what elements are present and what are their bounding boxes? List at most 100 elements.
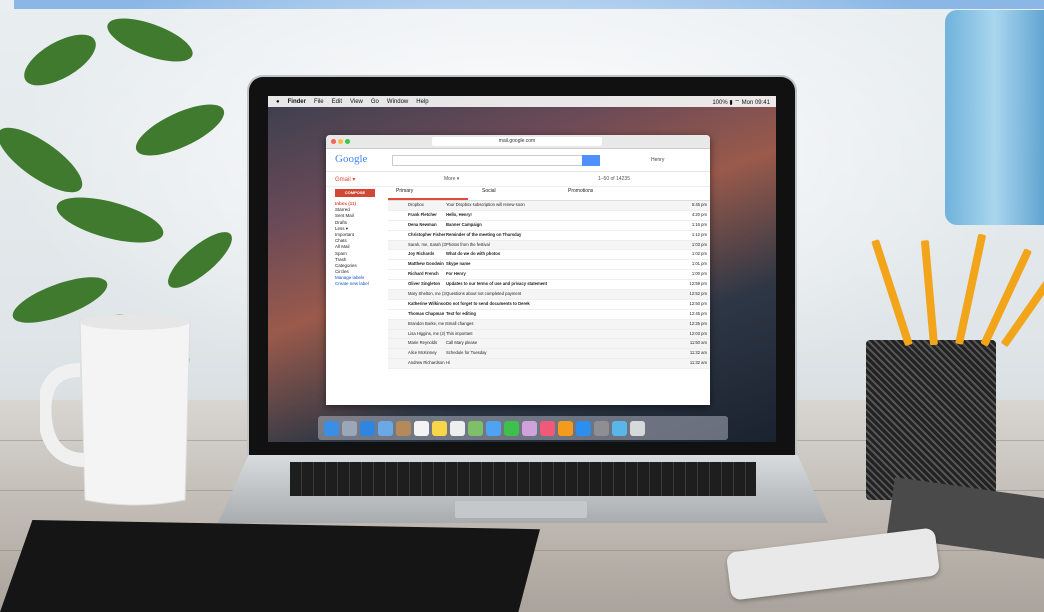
message-time: 1:16 pm <box>691 221 707 227</box>
calendar-icon[interactable] <box>414 420 429 436</box>
apple-icon[interactable]: ● <box>276 99 280 105</box>
message-subject: Photos from the festival <box>446 241 490 247</box>
search-button[interactable] <box>582 155 600 166</box>
message-row[interactable]: Joy Richards What do we do with photos 1:0… <box>388 250 710 261</box>
message-row[interactable]: Mary Shelton, me (3) Questions about not … <box>388 290 710 300</box>
settings-icon[interactable] <box>594 420 609 436</box>
compose-button[interactable]: COMPOSE <box>335 189 375 197</box>
laptop-screen: ● Finder File Edit View Go Window Help 1… <box>268 96 776 442</box>
message-sender: Brandon Burke, me (2) <box>408 320 446 326</box>
tab-promotions[interactable]: Promotions <box>568 188 593 194</box>
menu-help[interactable]: Help <box>416 99 428 105</box>
app-store-icon[interactable] <box>576 420 591 436</box>
photos-icon[interactable] <box>522 420 537 436</box>
user-name[interactable]: Henry <box>651 157 664 163</box>
google-logo[interactable]: Google <box>335 153 367 165</box>
maps-icon[interactable] <box>468 420 483 436</box>
trash-icon[interactable] <box>630 420 645 436</box>
tab-social[interactable]: Social <box>482 188 496 194</box>
message-row[interactable]: Sarah, me, Sarah (3) Photos from the fest… <box>388 240 710 251</box>
message-sender: Sarah, me, Sarah (3) <box>408 241 446 247</box>
browser-chrome: mail.google.com <box>326 135 710 149</box>
message-subject: This important <box>446 330 473 336</box>
reminders-icon[interactable] <box>450 420 465 436</box>
menu-file[interactable]: File <box>314 99 324 105</box>
message-sender: Thomas Chapman <box>408 310 445 316</box>
message-row[interactable]: Lisa Higgins, me (2) This important 12:03 … <box>388 329 710 340</box>
message-subject: Text for editing <box>446 310 476 316</box>
mail-icon[interactable] <box>378 420 393 436</box>
tab-primary[interactable]: Primary <box>396 188 413 194</box>
message-subject: What do we do with photos <box>446 251 501 257</box>
message-time: 11:32 am <box>689 360 707 366</box>
message-row[interactable]: Matthew Goodwin Skype name 1:01 pm <box>388 260 710 271</box>
message-time: 1:00 pm <box>691 271 707 277</box>
message-subject: Updates to our terms of use and privacy … <box>446 281 547 287</box>
message-row[interactable]: Alice McKinney Schedule for Tuesday 11:32 … <box>388 349 710 360</box>
pencil-holder <box>866 340 996 500</box>
message-row[interactable]: Katherine Wilkinson Do not forget to send… <box>388 300 710 310</box>
notes-icon[interactable] <box>432 420 447 436</box>
music-icon[interactable] <box>540 420 555 436</box>
message-subject: Call Mary please <box>446 340 478 346</box>
message-sender: Dena Newman <box>408 221 437 227</box>
desk-scene: ● Finder File Edit View Go Window Help 1… <box>0 0 1044 612</box>
gmail-header: Google Henry <box>326 149 710 172</box>
tablet <box>0 520 540 612</box>
message-time: 12:50 pm <box>689 300 707 306</box>
message-row[interactable]: Dropbox Your Dropbox subscription will re… <box>388 201 710 211</box>
safari-icon[interactable] <box>360 420 375 436</box>
message-row[interactable]: Marie Reynolds Call Mary please 11:50 am <box>388 339 710 350</box>
message-time: 12:03 pm <box>689 330 707 336</box>
message-subject: Schedule for Tuesday <box>446 350 487 356</box>
more-button[interactable]: More ▾ <box>444 176 459 182</box>
message-row[interactable]: Dena Newman Banner Campaign 1:16 pm <box>388 221 710 231</box>
message-sender: Richard French <box>408 271 439 277</box>
gmail-menu[interactable]: Gmail ▾ <box>335 176 355 183</box>
folder-icon[interactable] <box>612 420 627 436</box>
close-window-icon[interactable] <box>331 139 336 144</box>
message-subject: Questions about not completed payment <box>446 291 522 297</box>
messages-icon[interactable] <box>486 420 501 436</box>
menu-finder[interactable]: Finder <box>288 99 306 105</box>
menu-view[interactable]: View <box>350 99 363 105</box>
message-row[interactable]: Richard French For Henry 1:00 pm <box>388 270 710 281</box>
pager-count: 1–50 of 14235 <box>598 176 630 182</box>
laptop-trackpad <box>455 501 587 518</box>
facetime-icon[interactable] <box>504 420 519 436</box>
menu-edit[interactable]: Edit <box>332 99 342 105</box>
message-subject: For Henry <box>446 271 466 277</box>
message-time: 12:45 pm <box>689 310 707 316</box>
message-row[interactable]: Oliver Singleton Updates to our terms of … <box>388 280 710 291</box>
message-list: Dropbox Your Dropbox subscription will re… <box>388 201 710 370</box>
finder-icon[interactable] <box>324 420 339 436</box>
message-subject: Hello, Henry! <box>446 211 472 217</box>
message-sender: Mary Shelton, me (3) <box>408 291 446 297</box>
water-bottle <box>945 10 1044 225</box>
maximize-window-icon[interactable] <box>345 139 350 144</box>
message-time: 12:59 pm <box>689 281 707 287</box>
search-input[interactable] <box>392 155 584 166</box>
menubar-status: 100% ▮ ⌔ Mon 09:41 <box>712 99 770 106</box>
message-row[interactable]: Christopher Fisher Reminder of the meetin… <box>388 231 710 241</box>
contacts-icon[interactable] <box>396 420 411 436</box>
menu-window[interactable]: Window <box>387 99 408 105</box>
message-row[interactable]: Andrew Richardson Hi 11:32 am <box>388 359 710 370</box>
message-time: 1:02 pm <box>691 251 707 257</box>
launchpad-icon[interactable] <box>342 420 357 436</box>
message-row[interactable]: Brandon Burke, me (2)Small changes 12:25 … <box>388 319 710 330</box>
create-label-link[interactable]: Create new label <box>326 281 388 287</box>
browser-window: mail.google.com Google Henry Gmail ▾ Mor… <box>326 135 710 405</box>
address-bar[interactable]: mail.google.com <box>432 137 602 146</box>
message-subject: Your Dropbox subscription will renew soo… <box>446 202 525 207</box>
ibooks-icon[interactable] <box>558 420 573 436</box>
message-row[interactable]: Frank Fletcher Hello, Henry! 4:20 pm <box>388 211 710 221</box>
mac-dock <box>318 416 728 440</box>
active-tab-indicator <box>388 198 468 200</box>
coffee-mug <box>40 314 191 506</box>
minimize-window-icon[interactable] <box>338 139 343 144</box>
message-time: 1:03 pm <box>691 241 707 247</box>
message-sender: Andrew Richardson <box>408 360 445 366</box>
menu-go[interactable]: Go <box>371 99 379 105</box>
message-row[interactable]: Thomas Chapman Text for editing 12:45 pm <box>388 310 710 320</box>
